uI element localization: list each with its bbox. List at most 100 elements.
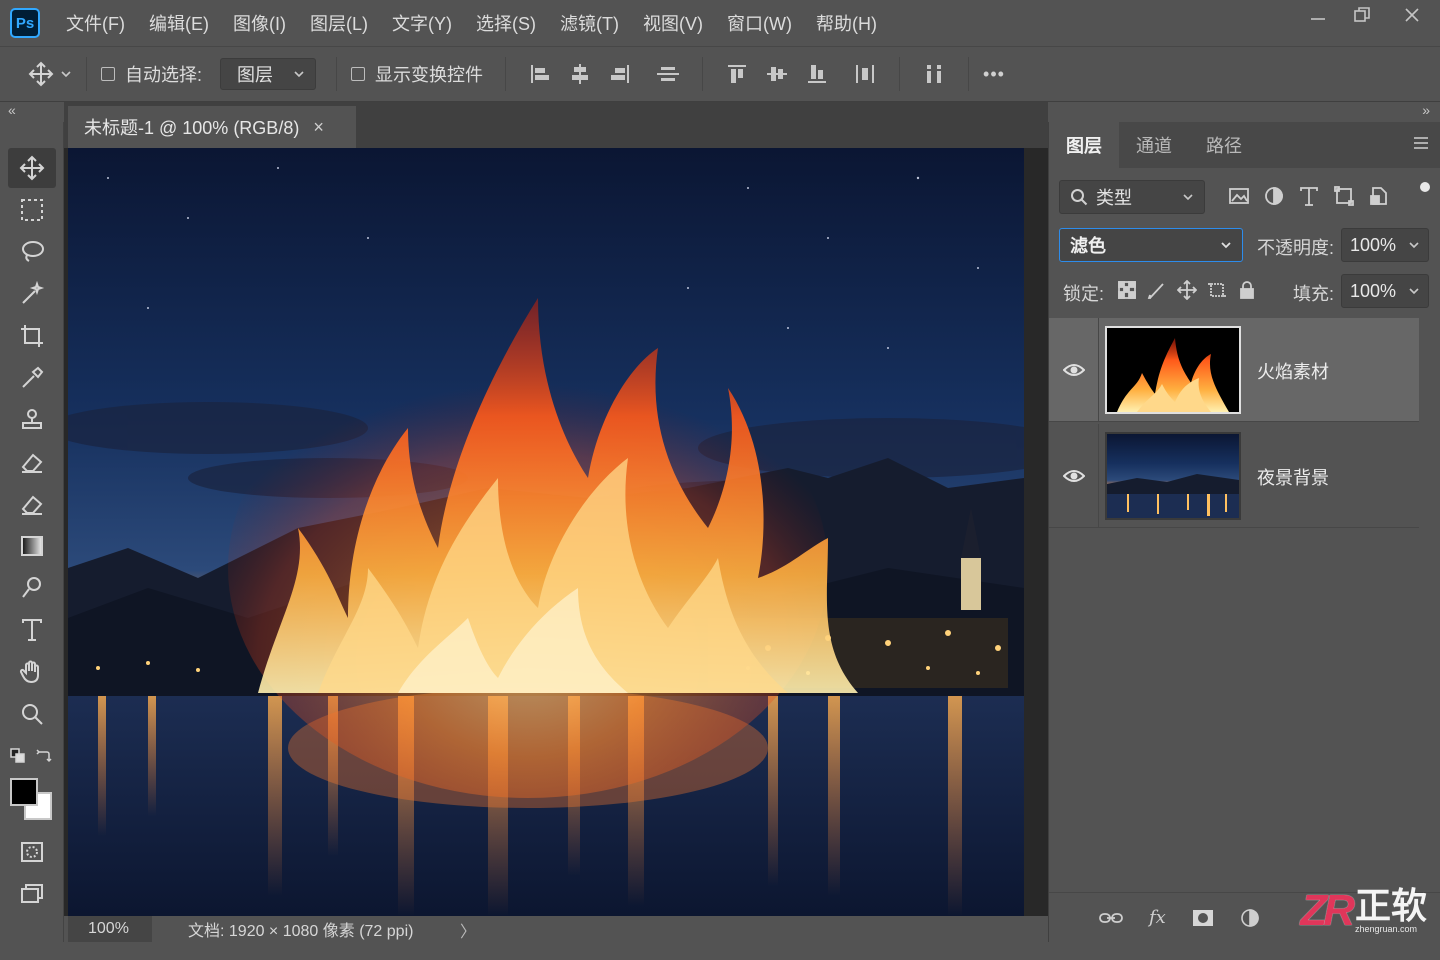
fill-field[interactable]: 100% [1341,274,1429,308]
add-mask-button[interactable] [1192,909,1214,927]
align-top-button[interactable] [725,62,749,86]
stamp-tool[interactable] [8,400,56,440]
align-left-button[interactable] [528,62,552,86]
blend-mode-dropdown[interactable]: 滤色 [1059,228,1243,262]
gradient-icon [21,536,43,556]
tab-paths[interactable]: 路径 [1189,122,1259,168]
status-menu-arrow[interactable]: 〉 [460,918,476,942]
filter-smart-object-button[interactable] [1367,184,1391,208]
crop-icon [21,325,43,347]
menu-layer[interactable]: 图层(L) [310,10,368,36]
show-transform-checkbox[interactable] [351,67,366,81]
link-layers-button[interactable] [1099,911,1123,925]
menu-view[interactable]: 视图(V) [643,10,703,36]
gradient-tool[interactable] [8,526,56,566]
watermark-text: 正软 zhengruan.com [1354,885,1427,935]
layer-filter-dropdown[interactable]: 类型 [1059,180,1205,214]
menu-edit[interactable]: 编辑(E) [149,10,209,36]
lock-transparent-button[interactable] [1115,278,1139,302]
close-document-button[interactable]: × [313,117,324,138]
layer-row[interactable]: 夜景背景 [1049,424,1419,528]
move-tool-preset[interactable] [28,61,72,87]
dodge-tool[interactable] [8,568,56,608]
document-info: 文档: 1920 × 1080 像素 (72 ppi) [188,923,414,940]
align-middle-button[interactable] [765,62,789,86]
filter-type-button[interactable] [1297,184,1321,208]
divider [505,57,507,91]
align-right-button[interactable] [608,62,632,86]
auto-select-target-dropdown[interactable]: 图层 [220,58,317,90]
layer-filter-icons [1227,184,1402,208]
restore-button[interactable] [1340,0,1384,30]
lock-artboard-button[interactable] [1205,278,1229,302]
move-icon [28,61,54,87]
quick-mask-button[interactable] [8,832,56,872]
layer-visibility-toggle[interactable] [1049,424,1099,528]
menu-file[interactable]: 文件(F) [66,10,125,36]
distribute-spacing-button[interactable] [922,62,946,86]
lock-all-button[interactable] [1235,278,1259,302]
filter-adjustment-button[interactable] [1262,184,1286,208]
menu-filter[interactable]: 滤镜(T) [560,10,619,36]
show-transform-label: 显示变换控件 [375,65,484,85]
type-tool[interactable] [8,610,56,650]
type-icon [1300,187,1318,206]
menu-image[interactable]: 图像(I) [233,10,286,36]
align-bottom-icon [808,65,827,83]
crop-tool[interactable] [8,316,56,356]
zoom-level-field[interactable]: 100% [68,916,152,942]
menu-help[interactable]: 帮助(H) [816,10,877,36]
close-window-button[interactable] [1384,0,1440,30]
layer-row[interactable]: 火焰素材 [1049,318,1419,422]
distribute-button[interactable] [853,62,877,86]
background-eraser-tool[interactable] [8,484,56,524]
close-icon [1405,8,1419,22]
menu-select[interactable]: 选择(S) [476,10,536,36]
eyedropper-tool[interactable] [8,358,56,398]
collapse-panels-icon[interactable]: » [1422,102,1430,118]
restore-icon [1354,7,1370,22]
foreground-color-swatch[interactable] [10,778,38,806]
lock-pixels-button[interactable] [1145,278,1169,302]
quick-mask-icon [21,842,43,862]
lasso-tool[interactable] [8,232,56,272]
document-canvas[interactable] [68,148,1024,916]
align-bottom-button[interactable] [805,62,829,86]
collapse-toolbar-icon[interactable]: « [8,102,16,118]
align-vertical-center-icon [657,67,680,81]
align-vcenter-button[interactable] [656,62,680,86]
layer-effects-button[interactable]: fx [1149,907,1166,928]
screen-mode-button[interactable] [8,874,56,914]
tab-channels[interactable]: 通道 [1119,122,1189,168]
menu-type[interactable]: 文字(Y) [392,10,452,36]
night-scene-thumbnail-image [1107,434,1239,518]
zoom-tool[interactable] [8,694,56,734]
adjustment-layer-button[interactable] [1240,908,1260,928]
move-icon [19,155,45,181]
opacity-value: 100% [1350,234,1397,255]
move-tool[interactable] [8,148,56,188]
layer-visibility-toggle[interactable] [1049,318,1099,422]
align-top-icon [728,65,747,83]
layers-list: 火焰素材 夜景背景 [1049,318,1419,892]
panel-menu-icon[interactable] [1412,136,1430,150]
eraser-tool[interactable] [8,442,56,482]
minimize-button[interactable] [1296,0,1340,30]
tab-layers[interactable]: 图层 [1049,122,1119,168]
menu-window[interactable]: 窗口(W) [727,10,792,36]
more-options-button[interactable]: ••• [983,64,1005,85]
document-tab[interactable]: 未标题-1 @ 100% (RGB/8) × [68,106,356,148]
watermark-name: 正软 [1354,885,1427,926]
quick-selection-tool[interactable] [8,274,56,314]
swap-colors-button[interactable] [36,748,52,769]
default-colors-button[interactable] [10,748,26,769]
marquee-tool[interactable] [8,190,56,230]
filter-toggle-switch[interactable] [1420,182,1430,192]
auto-select-checkbox[interactable] [101,67,115,81]
lock-position-button[interactable] [1175,278,1199,302]
hand-tool[interactable] [8,652,56,692]
opacity-field[interactable]: 100% [1341,228,1429,262]
filter-shape-button[interactable] [1332,184,1356,208]
filter-pixel-button[interactable] [1227,184,1251,208]
align-hcenter-button[interactable] [568,62,592,86]
